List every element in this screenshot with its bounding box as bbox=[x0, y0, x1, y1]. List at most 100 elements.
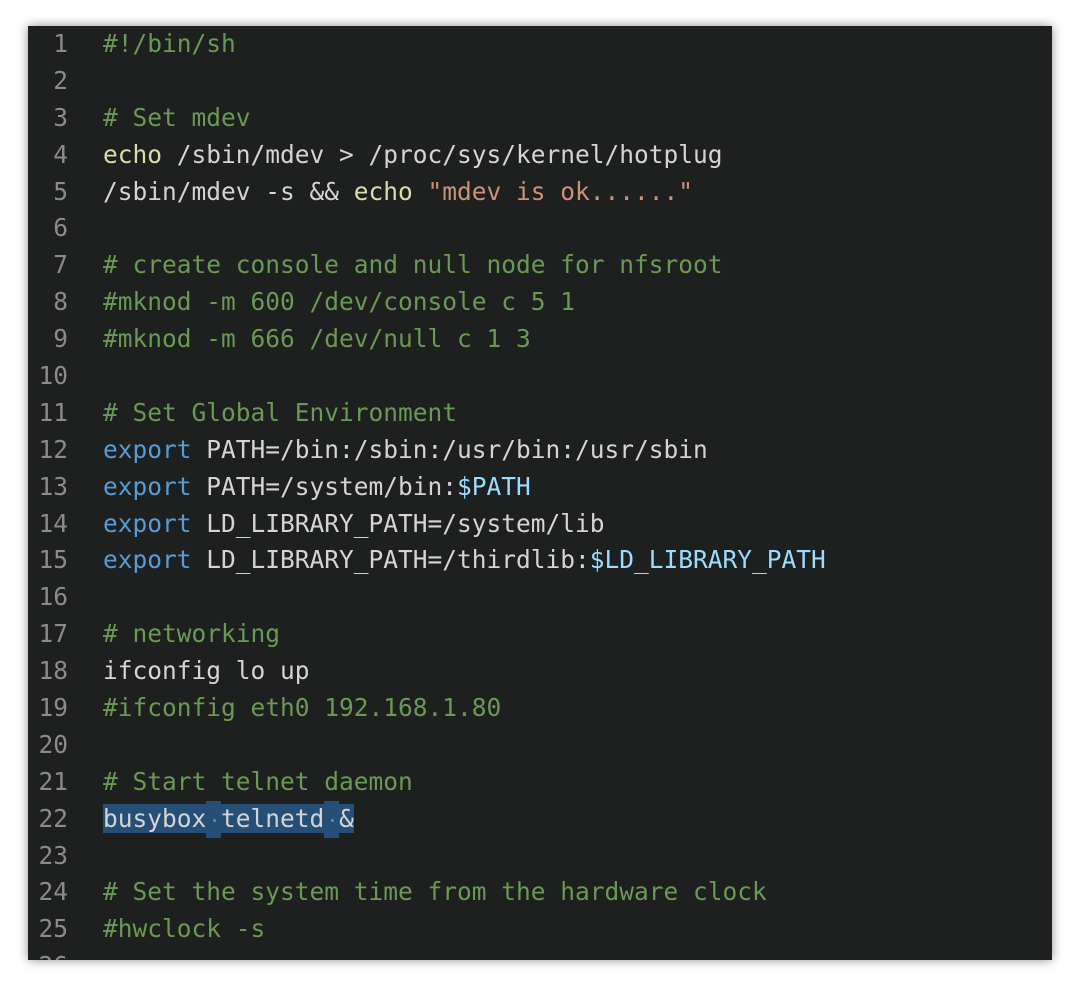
code-line[interactable]: 9 #mknod -m 666 /dev/null c 1 3 bbox=[28, 321, 1052, 358]
line-number: 2 bbox=[53, 65, 68, 95]
line-number: 24 bbox=[38, 877, 68, 907]
line-number: 6 bbox=[53, 213, 68, 243]
code-line[interactable]: 5/sbin/mdev -s && echo "mdev is ok......… bbox=[28, 174, 1052, 211]
selected-whitespace bbox=[324, 800, 340, 838]
line-number: 16 bbox=[38, 582, 68, 612]
code-line[interactable]: 3 # Set mdev bbox=[28, 100, 1052, 137]
line-text: # networking bbox=[103, 616, 280, 653]
code-token: PATH=/system/bin: bbox=[191, 471, 458, 501]
line-text: export LD_LIBRARY_PATH=/system/lib bbox=[103, 506, 605, 543]
line-number: 4 bbox=[53, 139, 68, 169]
line-number: 7 bbox=[53, 250, 68, 280]
line-text: # Set mdev bbox=[103, 100, 251, 137]
code-token: /sbin/mdev -s && bbox=[103, 176, 354, 206]
code-line[interactable]: 25 #hwclock -s bbox=[28, 911, 1052, 948]
code-token: LD_LIBRARY_PATH=/system/lib bbox=[191, 508, 605, 538]
code-line[interactable]: 13 export PATH=/system/bin:$PATH bbox=[28, 469, 1052, 506]
code-line[interactable]: 23 bbox=[28, 838, 1052, 875]
code-token: echo bbox=[103, 139, 163, 169]
line-text: #hwclock -s bbox=[103, 911, 265, 948]
code-line[interactable]: 26 bbox=[28, 948, 1052, 960]
code-token: #mknod -m 666 /dev/null c 1 3 bbox=[103, 324, 531, 354]
code-line[interactable]: 8 #mknod -m 600 /dev/console c 5 1 bbox=[28, 284, 1052, 321]
code-token: #ifconfig eth0 192.168.1.80 bbox=[103, 693, 502, 723]
code-line[interactable]: 2 bbox=[28, 63, 1052, 100]
code-line[interactable]: 7 # create console and null node for nfsr… bbox=[28, 247, 1052, 284]
line-text: busybox telnetd & bbox=[103, 800, 354, 838]
code-token: # networking bbox=[103, 619, 281, 649]
code-line[interactable]: 12 export PATH=/bin:/sbin:/usr/bin:/usr/s… bbox=[28, 432, 1052, 469]
line-number: 26 bbox=[28, 948, 68, 960]
line-number: 25 bbox=[38, 914, 68, 944]
code-line[interactable]: 4 echo /sbin/mdev > /proc/sys/kernel/hotp… bbox=[28, 137, 1052, 174]
code-token: #mknod -m 600 /dev/console c 5 1 bbox=[103, 287, 576, 317]
code-token: LD_LIBRARY_PATH=/thirdlib: bbox=[191, 545, 590, 575]
line-text: /sbin/mdev -s && echo "mdev is ok......" bbox=[103, 174, 693, 211]
line-number: 1 bbox=[53, 29, 68, 58]
line-text: export LD_LIBRARY_PATH=/thirdlib:$LD_LIB… bbox=[103, 542, 826, 579]
code-token: # Set Global Environment bbox=[103, 397, 458, 427]
code-token: "mdev is ok......" bbox=[427, 176, 694, 206]
code-line[interactable]: 15 export LD_LIBRARY_PATH=/thirdlib:$LD_L… bbox=[28, 542, 1052, 579]
code-line[interactable]: 19 #ifconfig eth0 192.168.1.80 bbox=[28, 690, 1052, 727]
line-number: 14 bbox=[38, 508, 68, 538]
line-number: 10 bbox=[38, 361, 68, 391]
selected-text: & bbox=[339, 803, 354, 833]
line-text: echo /sbin/mdev > /proc/sys/kernel/hotpl… bbox=[103, 137, 723, 174]
line-number: 8 bbox=[53, 287, 68, 317]
code-token: PATH=/bin:/sbin:/usr/bin:/usr/sbin bbox=[191, 434, 708, 464]
code-editor[interactable]: 1 #!/bin/sh 2 3 # Set mdev 4 echo /sbin/mdev >… bbox=[28, 26, 1052, 960]
line-number: 13 bbox=[38, 471, 68, 501]
code-token: #!/bin/sh bbox=[103, 29, 236, 58]
code-line[interactable]: 22 busybox telnetd & bbox=[28, 800, 1052, 838]
code-line[interactable]: 16 bbox=[28, 579, 1052, 616]
code-token: export bbox=[103, 434, 192, 464]
code-line[interactable]: 20 bbox=[28, 727, 1052, 764]
line-text: #mknod -m 666 /dev/null c 1 3 bbox=[103, 321, 531, 358]
code-token: export bbox=[103, 545, 192, 575]
line-number: 20 bbox=[38, 729, 68, 759]
line-number: 18 bbox=[38, 656, 68, 686]
code-line[interactable]: 1 #!/bin/sh bbox=[28, 26, 1052, 63]
line-number: 21 bbox=[38, 766, 68, 796]
code-line[interactable]: 17 # networking bbox=[28, 616, 1052, 653]
code-token: echo bbox=[353, 176, 413, 206]
code-area[interactable]: 1 #!/bin/sh 2 3 # Set mdev 4 echo /sbin/mdev >… bbox=[28, 26, 1052, 960]
code-token: $PATH bbox=[457, 471, 531, 501]
line-text: #ifconfig eth0 192.168.1.80 bbox=[103, 690, 501, 727]
selected-whitespace bbox=[206, 800, 222, 838]
line-number: 11 bbox=[38, 397, 68, 427]
code-token: $LD_LIBRARY_PATH bbox=[589, 545, 826, 575]
line-text: # Set Global Environment bbox=[103, 395, 457, 432]
code-line[interactable]: 14 export LD_LIBRARY_PATH=/system/lib bbox=[28, 506, 1052, 543]
line-text: ifconfig lo up bbox=[103, 653, 310, 690]
code-token: # Start telnet daemon bbox=[103, 766, 413, 796]
code-line[interactable]: 6 bbox=[28, 210, 1052, 247]
line-number: 3 bbox=[53, 102, 68, 132]
code-line[interactable]: 21 # Start telnet daemon bbox=[28, 764, 1052, 801]
line-number: 22 bbox=[38, 803, 68, 833]
line-text: #mknod -m 600 /dev/console c 5 1 bbox=[103, 284, 575, 321]
code-line[interactable]: 18 ifconfig lo up bbox=[28, 653, 1052, 690]
code-token: ifconfig lo up bbox=[103, 656, 310, 686]
code-token: # create console and null node for nfsro… bbox=[103, 250, 723, 280]
line-number: 23 bbox=[38, 840, 68, 870]
code-token: # Set the system time from the hardware … bbox=[103, 877, 767, 907]
code-line[interactable]: 10 bbox=[28, 358, 1052, 395]
line-text: export PATH=/bin:/sbin:/usr/bin:/usr/sbi… bbox=[103, 432, 708, 469]
code-token: #hwclock -s bbox=[103, 914, 266, 944]
line-number: 9 bbox=[53, 324, 68, 354]
selected-text: busybox bbox=[103, 803, 207, 833]
line-text: export PATH=/system/bin:$PATH bbox=[103, 469, 531, 506]
code-token: export bbox=[103, 471, 192, 501]
code-line[interactable]: 24 # Set the system time from the hardwar… bbox=[28, 874, 1052, 911]
line-text: # create console and null node for nfsro… bbox=[103, 247, 723, 284]
line-number: 19 bbox=[38, 693, 68, 723]
line-text: #!/bin/sh bbox=[103, 26, 236, 63]
selected-text: telnetd bbox=[221, 803, 325, 833]
code-line[interactable]: 11 # Set Global Environment bbox=[28, 395, 1052, 432]
code-token: export bbox=[103, 508, 192, 538]
line-number: 12 bbox=[38, 434, 68, 464]
line-text: # Set the system time from the hardware … bbox=[103, 874, 767, 911]
